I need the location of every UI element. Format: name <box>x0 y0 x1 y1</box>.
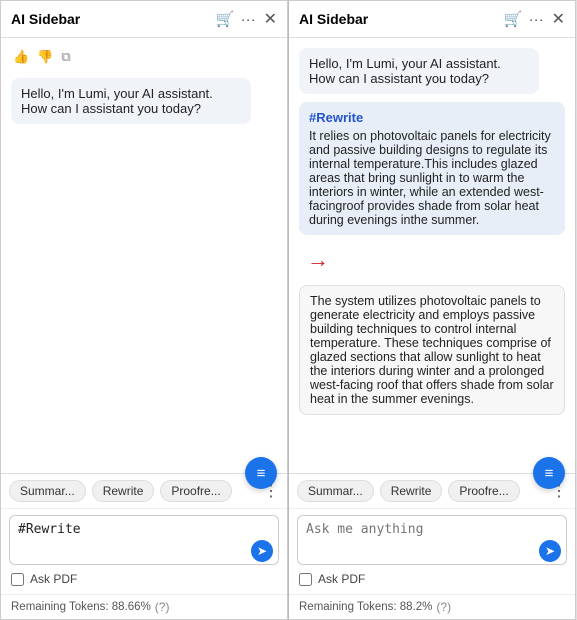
right-proofread-button[interactable]: Proofre... <box>448 480 519 502</box>
left-input-wrapper: #Rewrite ➤ <box>9 515 279 568</box>
right-help-icon[interactable]: (?) <box>436 600 451 614</box>
right-plain-text: The system utilizes photovoltaic panels … <box>310 294 554 406</box>
right-tokens-text: Remaining Tokens: 88.2% <box>299 601 432 613</box>
right-summarize-button[interactable]: Summar... <box>297 480 374 502</box>
left-close-button[interactable]: ✕ <box>264 9 277 29</box>
left-proofread-button[interactable]: Proofre... <box>160 480 231 502</box>
left-summarize-button[interactable]: Summar... <box>9 480 86 502</box>
thumb-down-button[interactable]: 👎 <box>35 48 55 66</box>
left-send-button[interactable]: ➤ <box>251 540 273 562</box>
right-arrow-row: → <box>299 243 565 277</box>
left-toolbar: Summar... Rewrite Proofre... ⋮ <box>1 473 287 508</box>
left-cart-icon[interactable]: 🛒 <box>216 10 235 28</box>
right-pdf-row: Ask PDF <box>297 568 567 588</box>
left-more-icon[interactable]: ··· <box>241 11 256 28</box>
left-msg-actions: 👍 👎 ⧉ <box>11 48 277 66</box>
right-send-button[interactable]: ➤ <box>539 540 561 562</box>
right-cart-icon[interactable]: 🛒 <box>504 10 523 28</box>
right-lumi-bubble: Hello, I'm Lumi, your AI assistant. How … <box>299 48 539 94</box>
right-input-wrapper: ➤ <box>297 515 567 568</box>
left-pdf-row: Ask PDF <box>9 568 279 588</box>
left-fab-button[interactable]: ≡ <box>245 457 277 489</box>
right-toolbar: Summar... Rewrite Proofre... ⋮ <box>289 473 575 508</box>
right-message-area: Hello, I'm Lumi, your AI assistant. How … <box>289 38 575 473</box>
left-title: AI Sidebar <box>11 11 210 27</box>
right-more-icon[interactable]: ··· <box>529 11 544 28</box>
left-pdf-checkbox[interactable] <box>11 573 24 586</box>
right-tokens-row: Remaining Tokens: 88.2% (?) <box>289 594 575 619</box>
right-fab-button[interactable]: ≡ <box>533 457 565 489</box>
right-send-icon: ➤ <box>545 544 555 558</box>
left-rewrite-button[interactable]: Rewrite <box>92 480 155 502</box>
left-pdf-label: Ask PDF <box>30 572 77 586</box>
right-plain-bubble: The system utilizes photovoltaic panels … <box>299 285 565 415</box>
left-sidebar: AI Sidebar 🛒 ··· ✕ 👍 👎 ⧉ Hello, I'm Lumi… <box>0 0 288 620</box>
right-pdf-checkbox[interactable] <box>299 573 312 586</box>
right-input-area: ➤ Ask PDF <box>289 508 575 594</box>
right-header: AI Sidebar 🛒 ··· ✕ <box>289 1 575 38</box>
left-tokens-row: Remaining Tokens: 88.66% (?) <box>1 594 287 619</box>
right-pdf-label: Ask PDF <box>318 572 365 586</box>
right-input-field[interactable] <box>297 515 567 565</box>
left-lumi-bubble: Hello, I'm Lumi, your AI assistant. How … <box>11 78 251 124</box>
left-tokens-text: Remaining Tokens: 88.66% <box>11 601 151 613</box>
thumb-up-button[interactable]: 👍 <box>11 48 31 66</box>
copy-button[interactable]: ⧉ <box>59 48 72 66</box>
right-rewrite-label: #Rewrite <box>309 110 555 125</box>
right-rewrite-text: It relies on photovoltaic panels for ele… <box>309 129 551 227</box>
right-sidebar: AI Sidebar 🛒 ··· ✕ Hello, I'm Lumi, your… <box>288 0 576 620</box>
left-input-area: #Rewrite ➤ Ask PDF <box>1 508 287 594</box>
left-header: AI Sidebar 🛒 ··· ✕ <box>1 1 287 38</box>
right-rewrite-bubble: #Rewrite It relies on photovoltaic panel… <box>299 102 565 235</box>
right-rewrite-button[interactable]: Rewrite <box>380 480 443 502</box>
left-message-area: 👍 👎 ⧉ Hello, I'm Lumi, your AI assistant… <box>1 38 287 473</box>
left-fab-icon: ≡ <box>257 465 266 482</box>
left-input-field[interactable]: #Rewrite <box>9 515 279 565</box>
left-help-icon[interactable]: (?) <box>155 600 170 614</box>
right-title: AI Sidebar <box>299 11 498 27</box>
right-arrow-icon: → <box>307 247 329 273</box>
left-lumi-text: Hello, I'm Lumi, your AI assistant. How … <box>21 86 213 116</box>
left-send-icon: ➤ <box>257 544 267 558</box>
right-lumi-text: Hello, I'm Lumi, your AI assistant. How … <box>309 56 501 86</box>
right-close-button[interactable]: ✕ <box>552 9 565 29</box>
right-fab-icon: ≡ <box>545 465 554 482</box>
